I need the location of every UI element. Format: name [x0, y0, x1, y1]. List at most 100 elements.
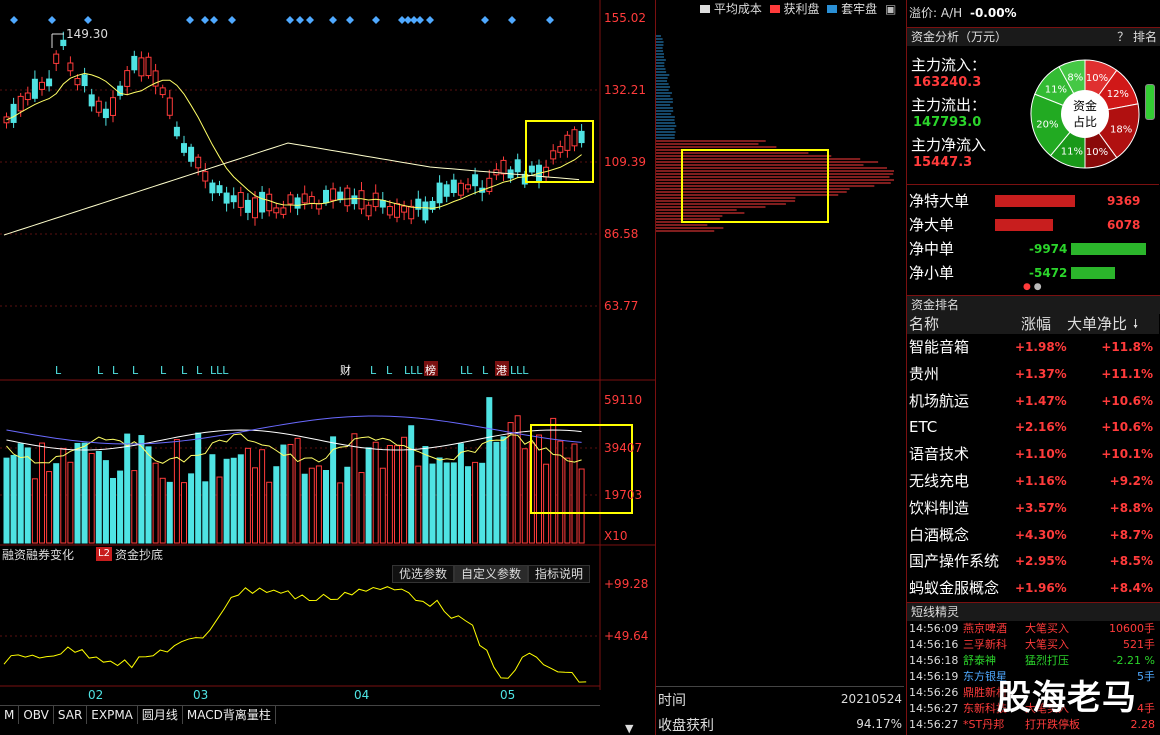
fund-rank-row[interactable]: 国产操作系统 +2.95% +8.5%: [907, 548, 1159, 574]
event-mark[interactable]: L: [370, 364, 377, 377]
indicator-button[interactable]: MACD背离量柱: [183, 706, 276, 724]
volume-bar: [564, 457, 571, 544]
candle-body: [24, 92, 31, 101]
short-line-row[interactable]: 14:56:27 *ST丹邦 打开跌停板 2.28: [907, 717, 1159, 732]
rank-change: +1.98%: [1015, 340, 1067, 354]
fund-rank-row[interactable]: 智能音箱 +1.98% +11.8%: [907, 334, 1159, 360]
fund-rank-row[interactable]: 贵州 +1.37% +11.1%: [907, 361, 1159, 387]
net-flow-label: 净特大单: [909, 192, 970, 210]
fund-share-donut[interactable]: 10%12%18%10%11%20%11%8% 资金 占比: [1029, 58, 1141, 170]
signal-diamond[interactable]: [228, 16, 236, 24]
signal-diamond[interactable]: [416, 16, 424, 24]
event-mark[interactable]: L: [112, 364, 119, 377]
event-mark[interactable]: L: [482, 364, 489, 377]
column-name[interactable]: 名称: [909, 314, 939, 334]
indicator-button[interactable]: EXPMA: [87, 706, 138, 724]
rank-name: 智能音箱: [909, 338, 970, 356]
kline-chart-area[interactable]: 149.30 155.02 132.21 109.39 86.58 63.77 …: [0, 0, 655, 735]
event-mark[interactable]: L: [97, 364, 104, 377]
volume-bar: [117, 470, 124, 544]
tab-custom-params[interactable]: 自定义参数: [454, 565, 529, 583]
signal-diamond[interactable]: [84, 16, 92, 24]
fund-rank-row[interactable]: 机场航运 +1.47% +10.6%: [907, 388, 1159, 414]
volume-bar: [536, 434, 542, 544]
event-mark[interactable]: LL: [460, 364, 473, 377]
fund-rank-row[interactable]: 白酒概念 +4.30% +8.7%: [907, 522, 1159, 548]
candle-body: [308, 196, 315, 204]
signal-diamond[interactable]: [10, 16, 18, 24]
event-mark[interactable]: L: [132, 364, 139, 377]
volume-bar: [181, 482, 187, 544]
short-line-row[interactable]: 14:56:16 三孚新科 大笔买入 521手: [907, 637, 1159, 652]
signal-diamond[interactable]: [508, 16, 516, 24]
tab-preferred-params[interactable]: 优选参数: [392, 565, 455, 583]
donut-toggle[interactable]: [1145, 84, 1155, 120]
inflow-value: 163240.3: [913, 75, 982, 90]
margin-tab[interactable]: 融资融券变化: [2, 546, 74, 563]
signal-diamond[interactable]: [186, 16, 194, 24]
signal-diamond[interactable]: [372, 16, 380, 24]
event-mark[interactable]: 榜: [425, 363, 436, 377]
indicator-line: [3, 586, 587, 683]
fund-rank-row[interactable]: ETC +2.16% +10.6%: [907, 414, 1159, 440]
candle-body: [17, 95, 24, 112]
volume-bar: [166, 481, 173, 544]
event-mark[interactable]: L: [181, 364, 188, 377]
indicator-button[interactable]: 圆月线: [138, 706, 183, 724]
candle-body: [323, 189, 329, 204]
column-change[interactable]: 涨幅: [1021, 314, 1051, 334]
indicator-button[interactable]: OBV: [19, 706, 54, 724]
volume-bar: [337, 482, 344, 544]
signal-diamond[interactable]: [210, 16, 218, 24]
event-mark[interactable]: L: [55, 364, 62, 377]
volume-bar: [365, 447, 372, 544]
signal-diamond[interactable]: [346, 16, 354, 24]
right-sidebar: 溢价: A/H -0.00% 资金分析（万元） ？ 排名 主力流入： 16324…: [906, 0, 1160, 735]
signal-diamond[interactable]: [48, 16, 56, 24]
signal-diamond[interactable]: [329, 16, 337, 24]
candle-body: [88, 94, 95, 107]
scroll-down-icon[interactable]: ▼: [625, 722, 633, 735]
event-mark[interactable]: L: [160, 364, 167, 377]
donut-slice-label: 11%: [1061, 147, 1083, 158]
short-line-row[interactable]: 14:56:09 燕京啤酒 大笔买入 10600手: [907, 621, 1159, 636]
event-mark[interactable]: LLL: [404, 364, 423, 377]
fund-rank-row[interactable]: 无线充电 +1.16% +9.2%: [907, 468, 1159, 494]
fund-rank-row[interactable]: 语音技术 +1.10% +10.1%: [907, 441, 1159, 467]
event-mark[interactable]: LLL: [510, 364, 529, 377]
candle-body: [528, 165, 535, 173]
sort-desc-icon[interactable]: 🠗: [1133, 314, 1138, 334]
tab-indicator-help[interactable]: 指标说明: [528, 565, 591, 583]
rank-name: 无线充电: [909, 472, 970, 490]
event-mark[interactable]: L: [196, 364, 203, 377]
signal-diamond[interactable]: [426, 16, 434, 24]
tick-value: 521手: [1123, 638, 1155, 651]
signal-diamond[interactable]: [286, 16, 294, 24]
event-mark[interactable]: 港: [496, 364, 507, 377]
fund-rank-help-button[interactable]: ？ 排名: [1117, 28, 1157, 46]
signal-diamond[interactable]: [296, 16, 304, 24]
column-ratio[interactable]: 大单净比: [1067, 314, 1127, 334]
candle-body: [202, 171, 209, 182]
event-mark[interactable]: LLL: [210, 364, 229, 377]
volume-bar: [571, 443, 578, 544]
short-line-row[interactable]: 14:56:18 舒泰神 猛烈打压 -2.21 %: [907, 653, 1159, 668]
fund-rank-row[interactable]: 蚂蚁金服概念 +1.96% +8.4%: [907, 575, 1159, 601]
signal-diamond[interactable]: [481, 16, 489, 24]
fund-bottom-tab[interactable]: 资金抄底: [115, 546, 163, 563]
net-flow-row: 净特大单 9369: [907, 189, 1159, 213]
inflow-label: 主力流入：: [911, 56, 987, 74]
page-dots[interactable]: ● ●: [1023, 282, 1042, 292]
signal-diamond[interactable]: [546, 16, 554, 24]
month-label: 04: [354, 688, 369, 702]
fund-rank-row[interactable]: 饮料制造 +3.57% +8.8%: [907, 495, 1159, 521]
event-mark[interactable]: 财: [340, 363, 351, 377]
event-mark[interactable]: L: [386, 364, 393, 377]
indicator-button[interactable]: SAR: [54, 706, 88, 724]
rank-ratio: +8.4%: [1109, 581, 1153, 596]
signal-diamond[interactable]: [201, 16, 209, 24]
indicator-button[interactable]: M: [0, 706, 20, 724]
volume-tick: 19703: [604, 488, 642, 502]
signal-diamond[interactable]: [306, 16, 314, 24]
candle-body: [159, 87, 166, 96]
